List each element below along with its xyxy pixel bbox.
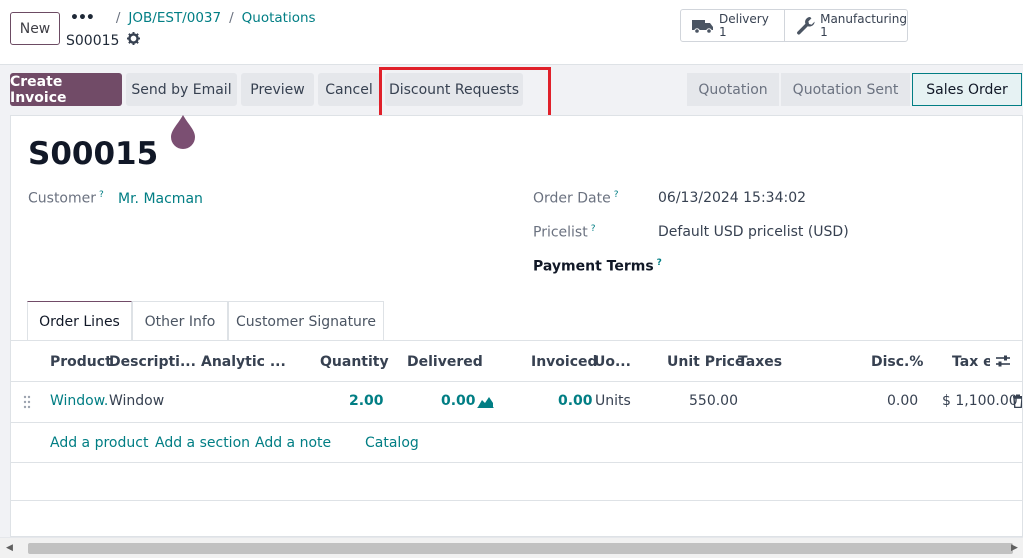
row-unit-price[interactable]: 550.00: [689, 393, 738, 409]
payment-terms-label-text: Payment Terms: [533, 258, 654, 275]
delivery-label: Delivery: [719, 11, 769, 26]
drag-handle-icon[interactable]: [23, 395, 31, 413]
manufacturing-smart-button[interactable]: Manufacturing 1: [784, 9, 908, 42]
help-tooltip-icon[interactable]: ?: [99, 190, 104, 200]
scrollbar-thumb[interactable]: [28, 543, 1013, 554]
row-product[interactable]: Window.: [50, 393, 108, 409]
delivery-smart-button[interactable]: Delivery 1: [680, 9, 785, 42]
stage-quotation-sent[interactable]: Quotation Sent: [781, 73, 910, 106]
pricelist-label-text: Pricelist: [533, 224, 588, 241]
breadcrumb-job[interactable]: JOB/EST/0037: [128, 10, 221, 26]
stage-sales-order[interactable]: Sales Order: [912, 73, 1022, 106]
record-name-text: S00015: [66, 32, 120, 49]
col-invoiced[interactable]: Invoiced: [531, 354, 598, 370]
cursor-marker: [170, 114, 196, 150]
help-tooltip-icon[interactable]: ?: [591, 224, 596, 234]
row-invoiced[interactable]: 0.00: [558, 393, 593, 409]
pricelist-field[interactable]: Default USD pricelist (USD): [658, 224, 849, 240]
record-name: S00015: [66, 32, 141, 49]
col-tax-excl[interactable]: Tax ex: [952, 354, 990, 370]
pricelist-label: Pricelist?: [533, 224, 596, 241]
wrench-icon: [795, 16, 816, 36]
column-settings-icon[interactable]: [995, 354, 1011, 372]
col-delivered[interactable]: Delivered: [407, 354, 483, 370]
scroll-left-icon[interactable]: ◀: [6, 543, 13, 553]
row-divider: [11, 422, 1023, 423]
tab-other-info[interactable]: Other Info: [132, 301, 228, 341]
row-discount[interactable]: 0.00: [887, 393, 918, 409]
row-uom[interactable]: Units: [595, 393, 631, 409]
header-divider: [11, 381, 1023, 382]
col-quantity[interactable]: Quantity: [320, 354, 389, 370]
form-sheet: S00015 Customer? Mr. Macman Order Date? …: [10, 115, 1023, 537]
send-by-email-button[interactable]: Send by Email: [126, 73, 237, 106]
col-taxes[interactable]: Taxes: [738, 354, 782, 370]
breadcrumb-more-button[interactable]: •••: [70, 10, 95, 26]
breadcrumb: ••• / JOB/EST/0037 / Quotations: [70, 10, 316, 26]
breadcrumb-separator: /: [115, 10, 121, 26]
control-panel: New ••• / JOB/EST/0037 / Quotations S000…: [0, 0, 1023, 65]
customer-label-text: Customer: [28, 190, 97, 207]
col-product[interactable]: Product: [50, 354, 112, 370]
discount-requests-button[interactable]: Discount Requests: [385, 73, 523, 106]
order-date-field[interactable]: 06/13/2024 15:34:02: [658, 190, 806, 206]
gear-icon[interactable]: [127, 32, 141, 49]
create-invoice-button[interactable]: Create Invoice: [10, 73, 122, 106]
row-description[interactable]: Window: [109, 393, 164, 409]
col-description[interactable]: Descripti...: [109, 354, 196, 370]
add-note-link[interactable]: Add a note: [255, 435, 331, 451]
truck-icon: [691, 18, 715, 34]
manufacturing-count: 1: [820, 24, 828, 39]
catalog-button[interactable]: Catalog: [365, 435, 419, 451]
page-title: S00015: [28, 136, 159, 172]
customer-label: Customer?: [28, 190, 104, 207]
col-uom[interactable]: Uo...: [594, 354, 631, 370]
order-date-label: Order Date?: [533, 190, 618, 207]
manufacturing-label: Manufacturing: [820, 11, 907, 26]
col-discount[interactable]: Disc.%: [871, 354, 923, 370]
row-delivered[interactable]: 0.00: [441, 393, 476, 409]
add-section-link[interactable]: Add a section: [155, 435, 250, 451]
trash-icon[interactable]: [1012, 394, 1022, 412]
order-date-label-text: Order Date: [533, 190, 611, 207]
preview-button[interactable]: Preview: [241, 73, 314, 106]
help-tooltip-icon[interactable]: ?: [614, 190, 619, 200]
add-product-link[interactable]: Add a product: [50, 435, 148, 451]
customer-field[interactable]: Mr. Macman: [118, 191, 203, 207]
horizontal-scrollbar[interactable]: ◀ ▶: [0, 537, 1023, 558]
row-divider: [11, 500, 1023, 501]
delivery-count: 1: [719, 24, 727, 39]
breadcrumb-separator: /: [229, 10, 234, 26]
new-button[interactable]: New: [10, 12, 60, 45]
col-unit-price[interactable]: Unit Price: [667, 354, 744, 370]
payment-terms-label: Payment Terms?: [533, 258, 662, 275]
tab-divider: [11, 340, 1023, 341]
tab-order-lines[interactable]: Order Lines: [27, 301, 132, 341]
cancel-button[interactable]: Cancel: [318, 73, 380, 106]
forecast-chart-icon[interactable]: [477, 395, 494, 412]
help-tooltip-icon[interactable]: ?: [657, 258, 662, 268]
scroll-right-icon[interactable]: ▶: [1011, 543, 1018, 553]
stage-quotation[interactable]: Quotation: [687, 73, 779, 106]
notebook-tabs: Order Lines Other Info Customer Signatur…: [27, 301, 384, 341]
row-quantity[interactable]: 2.00: [349, 393, 384, 409]
statusbar: Quotation Quotation Sent Sales Order: [687, 73, 1022, 106]
row-tax-excl: $ 1,100.00: [942, 393, 1018, 409]
row-divider: [11, 462, 1023, 463]
tab-customer-signature[interactable]: Customer Signature: [228, 301, 384, 341]
breadcrumb-quotations[interactable]: Quotations: [242, 10, 316, 26]
col-analytic[interactable]: Analytic ...: [201, 354, 286, 370]
